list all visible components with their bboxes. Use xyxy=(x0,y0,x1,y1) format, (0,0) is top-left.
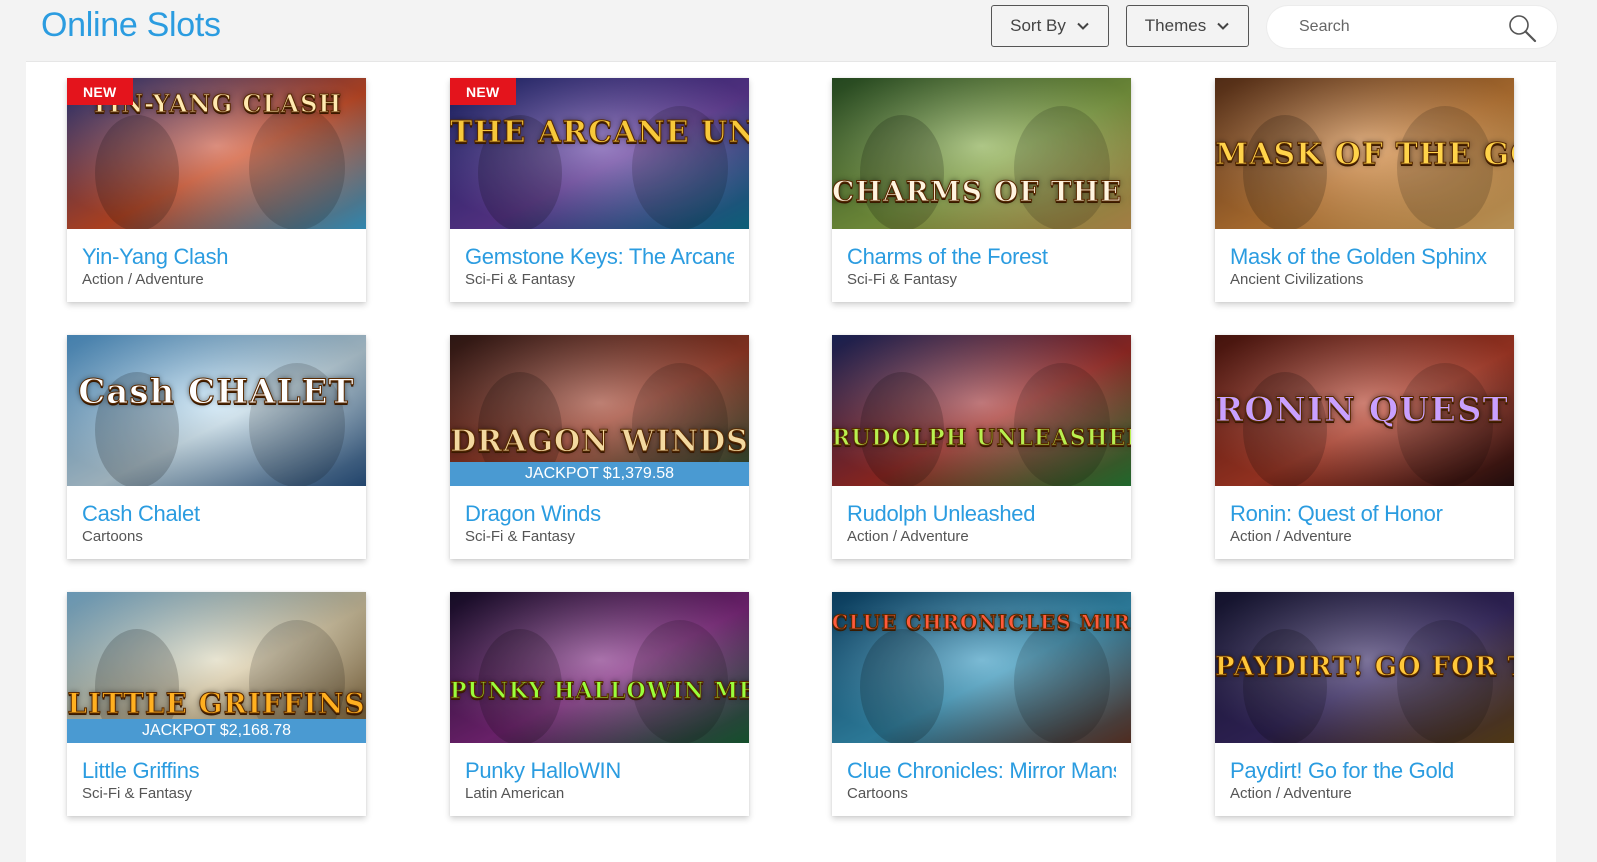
game-theme: Sci-Fi & Fantasy xyxy=(82,785,193,802)
game-card[interactable]: MASK OF THE GOLDEN SPHINX Mask of the Go… xyxy=(1215,78,1514,302)
game-logo-art: PAYDIRT! GO FOR THE GOLD xyxy=(1215,652,1514,682)
search-icon[interactable] xyxy=(1507,13,1537,43)
jackpot-banner: JACKPOT $1,379.58 xyxy=(450,462,749,486)
game-info: Gemstone Keys: The Arcane Unlocked Sci-F… xyxy=(450,229,749,288)
page-title: Online Slots xyxy=(41,6,221,44)
game-logo-art: Cash CHALET xyxy=(78,372,355,412)
game-title[interactable]: Ronin: Quest of Honor xyxy=(1230,501,1499,527)
game-thumbnail[interactable]: DRAGON WINDS JACKPOT $1,379.58 xyxy=(450,335,749,486)
game-info: Mask of the Golden Sphinx Ancient Civili… xyxy=(1215,229,1514,288)
game-card[interactable]: RONIN QUEST OF HONOR Ronin: Quest of Hon… xyxy=(1215,335,1514,559)
game-theme: Action / Adventure xyxy=(1230,528,1352,545)
game-card[interactable]: THE ARCANE UNLOCKED NEW Gemstone Keys: T… xyxy=(450,78,749,302)
game-info: Ronin: Quest of Honor Action / Adventure xyxy=(1215,486,1514,545)
game-logo-art: LITTLE GRIFFINS xyxy=(67,687,366,720)
jackpot-banner: JACKPOT $2,168.78 xyxy=(67,719,366,743)
game-thumbnail[interactable]: CHARMS OF THE FOREST xyxy=(832,78,1131,229)
game-theme: Sci-Fi & Fantasy xyxy=(465,271,576,288)
game-card[interactable]: RUDOLPH UNLEASHED Rudolph Unleashed Acti… xyxy=(832,335,1131,559)
game-info: Rudolph Unleashed Action / Adventure xyxy=(832,486,1131,545)
game-card[interactable]: LITTLE GRIFFINS JACKPOT $2,168.78 Little… xyxy=(67,592,366,816)
game-card[interactable]: YIN-YANG CLASH NEW Yin-Yang Clash Action… xyxy=(67,78,366,302)
game-theme: Action / Adventure xyxy=(1230,785,1352,802)
new-badge: NEW xyxy=(67,78,133,105)
game-logo-art: RONIN QUEST OF HONOR xyxy=(1215,390,1514,430)
game-thumbnail[interactable]: CLUE CHRONICLES MIRROR MANSION xyxy=(832,592,1131,743)
game-title[interactable]: Yin-Yang Clash xyxy=(82,244,351,270)
sort-by-dropdown[interactable]: Sort By xyxy=(991,5,1109,47)
game-card[interactable]: PUNKY HALLOWIN MEGA CASCADE Punky HalloW… xyxy=(450,592,749,816)
game-info: Little Griffins Sci-Fi & Fantasy xyxy=(67,743,366,802)
game-info: Cash Chalet Cartoons xyxy=(67,486,366,545)
game-thumbnail[interactable]: MASK OF THE GOLDEN SPHINX xyxy=(1215,78,1514,229)
game-card[interactable]: CHARMS OF THE FOREST Charms of the Fores… xyxy=(832,78,1131,302)
game-theme: Action / Adventure xyxy=(82,271,204,288)
game-theme: Action / Adventure xyxy=(847,528,969,545)
game-thumbnail[interactable]: LITTLE GRIFFINS JACKPOT $2,168.78 xyxy=(67,592,366,743)
game-thumbnail[interactable]: RUDOLPH UNLEASHED xyxy=(832,335,1131,486)
game-thumbnail[interactable]: THE ARCANE UNLOCKED NEW xyxy=(450,78,749,229)
game-title[interactable]: Punky HalloWIN xyxy=(465,758,734,784)
game-title[interactable]: Gemstone Keys: The Arcane Unlocked xyxy=(465,244,734,270)
game-logo-art: CHARMS OF THE FOREST xyxy=(832,175,1131,208)
thumbnail-art xyxy=(450,592,749,743)
game-info: Yin-Yang Clash Action / Adventure xyxy=(67,229,366,288)
game-info: Clue Chronicles: Mirror Mansion Cartoons xyxy=(832,743,1131,802)
chevron-down-icon xyxy=(1217,22,1229,30)
game-theme: Ancient Civilizations xyxy=(1230,271,1364,288)
game-logo-art: PUNKY HALLOWIN MEGA CASCADE xyxy=(450,678,749,704)
game-card[interactable]: CLUE CHRONICLES MIRROR MANSION Clue Chro… xyxy=(832,592,1131,816)
game-info: Dragon Winds Sci-Fi & Fantasy xyxy=(450,486,749,545)
game-title[interactable]: Charms of the Forest xyxy=(847,244,1116,270)
game-info: Punky HalloWIN Latin American xyxy=(450,743,749,802)
search-input[interactable] xyxy=(1297,17,1501,37)
game-thumbnail[interactable]: RONIN QUEST OF HONOR xyxy=(1215,335,1514,486)
game-title[interactable]: Clue Chronicles: Mirror Mansion xyxy=(847,758,1116,784)
game-title[interactable]: Paydirt! Go for the Gold xyxy=(1230,758,1499,784)
game-logo-art: MASK OF THE GOLDEN SPHINX xyxy=(1215,137,1514,172)
game-logo-art: CLUE CHRONICLES MIRROR MANSION xyxy=(832,610,1131,634)
game-card[interactable]: PAYDIRT! GO FOR THE GOLD Paydirt! Go for… xyxy=(1215,592,1514,816)
game-card[interactable]: Cash CHALET Cash Chalet Cartoons xyxy=(67,335,366,559)
game-info: Paydirt! Go for the Gold Action / Advent… xyxy=(1215,743,1514,802)
game-title[interactable]: Dragon Winds xyxy=(465,501,734,527)
game-theme: Latin American xyxy=(465,785,565,802)
game-theme: Cartoons xyxy=(82,528,143,545)
game-thumbnail[interactable]: PAYDIRT! GO FOR THE GOLD xyxy=(1215,592,1514,743)
game-thumbnail[interactable]: PUNKY HALLOWIN MEGA CASCADE xyxy=(450,592,749,743)
themes-dropdown[interactable]: Themes xyxy=(1126,5,1249,47)
game-title[interactable]: Cash Chalet xyxy=(82,501,351,527)
game-theme: Sci-Fi & Fantasy xyxy=(847,271,958,288)
game-logo-art: DRAGON WINDS xyxy=(450,424,749,459)
game-info: Charms of the Forest Sci-Fi & Fantasy xyxy=(832,229,1131,288)
new-badge: NEW xyxy=(450,78,516,105)
game-thumbnail[interactable]: Cash CHALET xyxy=(67,335,366,486)
game-title[interactable]: Mask of the Golden Sphinx xyxy=(1230,244,1499,270)
game-theme: Sci-Fi & Fantasy xyxy=(465,528,576,545)
chevron-down-icon xyxy=(1077,22,1089,30)
game-title[interactable]: Rudolph Unleashed xyxy=(847,501,1116,527)
game-title[interactable]: Little Griffins xyxy=(82,758,351,784)
themes-label: Themes xyxy=(1144,16,1207,35)
game-card[interactable]: DRAGON WINDS JACKPOT $1,379.58 Dragon Wi… xyxy=(450,335,749,559)
game-thumbnail[interactable]: YIN-YANG CLASH NEW xyxy=(67,78,366,229)
thumbnail-art xyxy=(832,335,1131,486)
search-box xyxy=(1267,6,1557,48)
sort-by-label: Sort By xyxy=(1010,16,1066,35)
game-theme: Cartoons xyxy=(847,785,908,802)
game-logo-art: THE ARCANE UNLOCKED xyxy=(450,115,749,150)
game-logo-art: RUDOLPH UNLEASHED xyxy=(832,425,1131,451)
